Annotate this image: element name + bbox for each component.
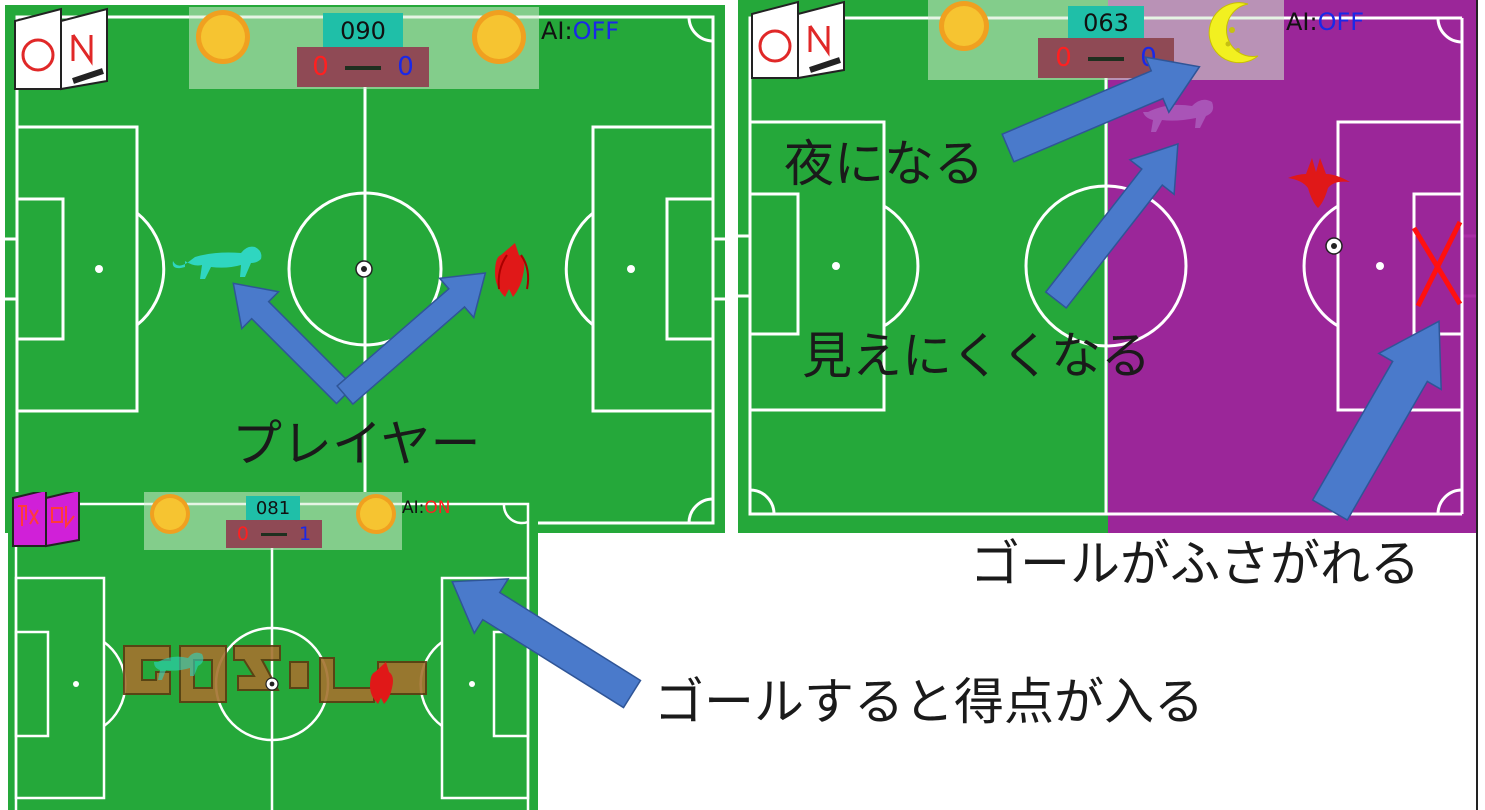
arrow-to-moon	[1001, 56, 1201, 163]
player-annotation: プレイヤー	[232, 415, 481, 473]
goal-blocked-annotation: ゴールがふさがれる	[970, 535, 1420, 593]
night-annotation: 夜になる	[784, 135, 984, 193]
arrow-to-hidden-player	[1044, 142, 1179, 310]
arrow-to-bat	[336, 272, 487, 406]
arrow-to-goal-scoreboard	[451, 578, 642, 709]
goal-scores-annotation: ゴールすると得点が入る	[654, 673, 1204, 731]
slide-border	[1476, 0, 1478, 810]
hard-to-see-annotation: 見えにくくなる	[802, 327, 1151, 385]
arrow-to-blocked-goal	[1311, 319, 1442, 522]
